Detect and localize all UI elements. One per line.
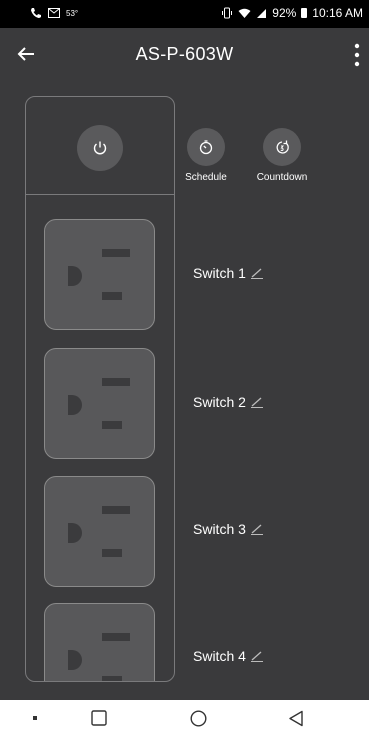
switch-2-row[interactable]: Switch 2: [193, 394, 264, 410]
outlet-ground-slot: [68, 650, 82, 670]
outlet-slot: [102, 292, 122, 300]
schedule-button[interactable]: [187, 128, 225, 166]
master-power-area: [26, 97, 174, 195]
outlet-ground-slot: [68, 266, 82, 286]
outlet-slot: [102, 676, 122, 681]
outlet-slot: [102, 378, 130, 386]
edit-pencil-icon[interactable]: [250, 523, 264, 535]
battery-icon: [301, 8, 308, 18]
edit-pencil-icon[interactable]: [250, 267, 264, 279]
schedule-action[interactable]: Schedule: [171, 128, 241, 183]
outlet-ground-slot: [68, 523, 82, 543]
schedule-label: Schedule: [185, 172, 227, 183]
system-nav-bar: [0, 700, 369, 736]
outlet-3[interactable]: [44, 476, 155, 587]
outlet-4[interactable]: [44, 603, 155, 681]
outlet-slot: [102, 549, 122, 557]
clock-text: 10:16 AM: [312, 6, 363, 20]
edit-pencil-icon[interactable]: [250, 650, 264, 662]
vibrate-icon: [222, 7, 233, 19]
wifi-icon: [238, 8, 251, 18]
status-right: 92% 10:16 AM: [221, 6, 363, 20]
countdown-icon: [276, 140, 289, 154]
home-circle-icon[interactable]: [190, 710, 207, 727]
switch-1-label: Switch 1: [193, 265, 246, 281]
more-vertical-icon[interactable]: [351, 42, 363, 68]
power-strip-panel: [25, 96, 175, 682]
switch-2-label: Switch 2: [193, 394, 246, 410]
master-power-button[interactable]: [77, 125, 123, 171]
countdown-action[interactable]: Countdown: [247, 128, 317, 183]
outlet-2[interactable]: [44, 348, 155, 459]
switch-1-row[interactable]: Switch 1: [193, 265, 264, 281]
edit-pencil-icon[interactable]: [250, 396, 264, 408]
outlet-1[interactable]: [44, 219, 155, 330]
back-triangle-icon[interactable]: [288, 710, 304, 727]
outlet-ground-slot: [68, 395, 82, 415]
app-header: AS-P-603W: [0, 28, 369, 84]
switch-4-label: Switch 4: [193, 648, 246, 664]
recent-apps-square-icon[interactable]: [91, 710, 107, 726]
signal-icon: [257, 8, 267, 18]
status-left: 53°: [30, 7, 78, 19]
outlet-slot: [102, 506, 130, 514]
temperature-text: 53°: [66, 9, 79, 18]
recent-dot-icon[interactable]: [32, 715, 38, 721]
status-bar: 53° 92% 10:16 AM: [0, 0, 369, 28]
phone-icon: [31, 8, 41, 18]
outlet-slot: [102, 633, 130, 641]
switch-3-row[interactable]: Switch 3: [193, 521, 264, 537]
message-icon: [48, 8, 60, 18]
countdown-label: Countdown: [256, 172, 308, 183]
outlet-slot: [102, 249, 130, 257]
switch-4-row[interactable]: Switch 4: [193, 648, 264, 664]
countdown-button[interactable]: [263, 128, 301, 166]
timer-icon: [199, 140, 213, 155]
outlet-slot: [102, 421, 122, 429]
battery-percent-text: 92%: [272, 6, 297, 20]
power-icon: [93, 141, 107, 155]
switch-3-label: Switch 3: [193, 521, 246, 537]
page-title: AS-P-603W: [135, 44, 234, 64]
